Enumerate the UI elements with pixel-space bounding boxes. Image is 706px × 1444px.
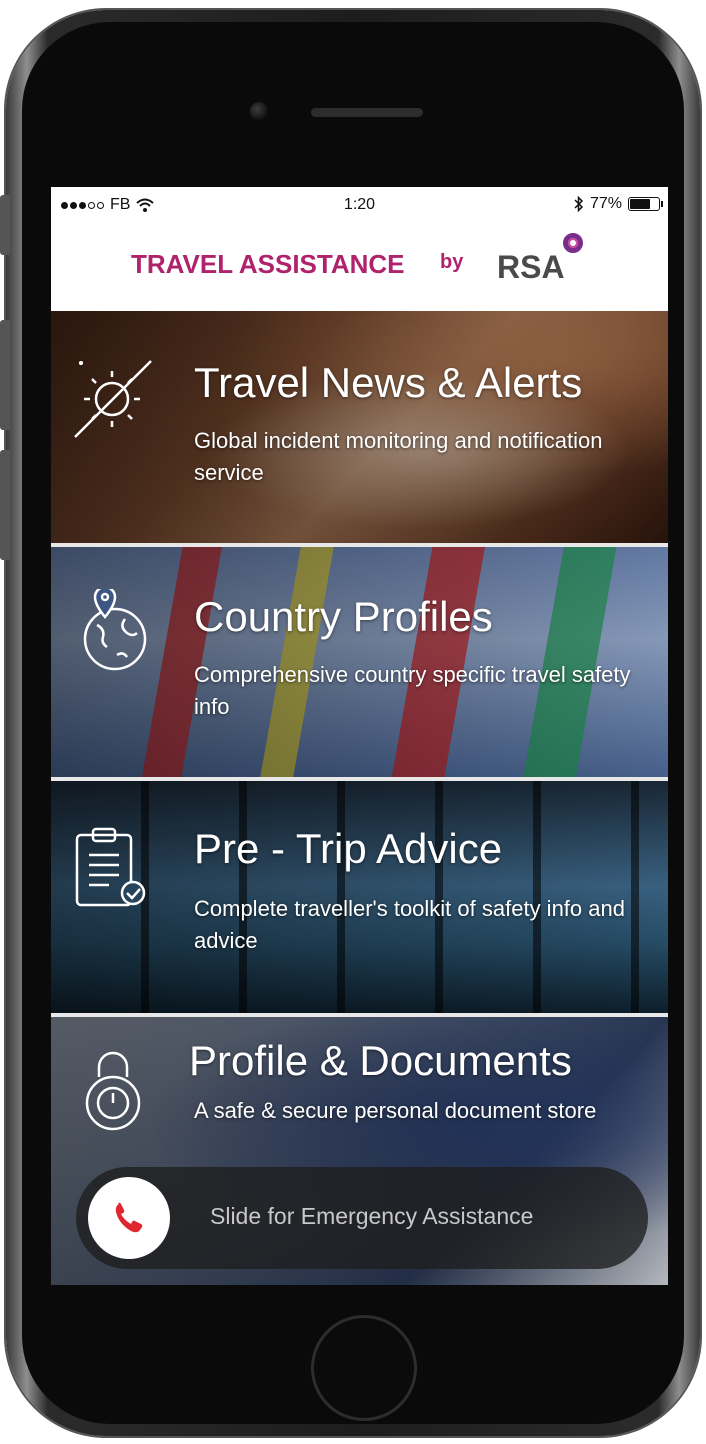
- tile-title: Profile & Documents: [189, 1037, 572, 1084]
- emergency-slider-handle[interactable]: [88, 1177, 170, 1259]
- volume-up-button: [0, 320, 10, 430]
- phone-icon: [115, 1202, 143, 1233]
- padlock-icon: [85, 1051, 141, 1131]
- tile-subtitle: A safe & secure personal document store: [194, 1098, 597, 1123]
- front-camera: [250, 102, 268, 120]
- emergency-slider[interactable]: Slide for Emergency Assistance: [76, 1167, 648, 1269]
- tile-country-profiles[interactable]: Country Profiles Comprehensive country s…: [51, 547, 668, 777]
- tile-travel-news[interactable]: Travel News & Alerts Global incident mon…: [51, 311, 668, 543]
- globe-pin-icon: [83, 589, 147, 671]
- rsa-logo-ring-icon: [563, 233, 583, 253]
- emergency-slider-label: Slide for Emergency Assistance: [210, 1203, 534, 1229]
- tile-title: Country Profiles: [194, 593, 493, 640]
- earpiece-speaker: [311, 108, 423, 117]
- status-bar: FB 1:20 77%: [51, 187, 668, 221]
- app-header: TRAVEL ASSISTANCE by RSA: [51, 221, 668, 311]
- status-right: 77%: [574, 195, 663, 213]
- battery-icon: [628, 197, 663, 211]
- volume-down-button: [0, 450, 10, 560]
- bluetooth-icon: [574, 196, 584, 212]
- rsa-logo: RSA: [497, 249, 565, 285]
- tile-title: Travel News & Alerts: [194, 359, 583, 406]
- clipboard-check-icon: [75, 827, 146, 907]
- app-title: TRAVEL ASSISTANCE: [131, 249, 405, 279]
- tile-subtitle: Complete traveller's toolkit of safety i…: [194, 896, 625, 953]
- sun-slash-icon: [74, 360, 152, 438]
- battery-percent: 77%: [589, 195, 622, 212]
- mute-switch: [0, 195, 10, 255]
- tile-pre-trip-advice[interactable]: Pre - Trip Advice Complete traveller's t…: [51, 781, 668, 1013]
- app-screen: FB 1:20 77% TRAVEL ASSISTANCE by RSA Tra…: [51, 187, 668, 1285]
- app-title-by: by: [440, 251, 464, 273]
- home-button[interactable]: [311, 1315, 417, 1421]
- tile-title: Pre - Trip Advice: [194, 825, 503, 872]
- tile-subtitle: Global incident monitoring and notificat…: [194, 428, 603, 485]
- tile-subtitle: Comprehensive country specific travel sa…: [194, 662, 631, 719]
